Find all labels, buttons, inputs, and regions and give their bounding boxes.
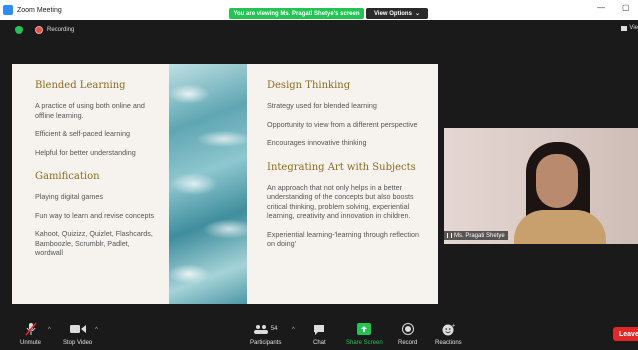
slide-left-column: Blended Learning A practice of using bot… <box>12 64 169 304</box>
slide-point: Encourages innovative thinking <box>267 138 367 147</box>
reactions-button[interactable]: + Reactions <box>435 322 462 347</box>
share-screen-button[interactable]: Share Screen <box>346 322 383 346</box>
record-icon <box>401 322 414 336</box>
chat-button[interactable]: Chat <box>313 322 326 346</box>
recording-label: Recording <box>47 27 75 33</box>
audio-options-caret[interactable]: ^ <box>48 327 51 333</box>
video-camera-icon <box>69 322 86 336</box>
svg-text:+: + <box>451 323 455 329</box>
slide-heading: Gamification <box>35 171 100 182</box>
security-shield-icon[interactable] <box>15 26 23 34</box>
share-screen-icon <box>357 322 372 336</box>
slide-point: Helpful for better understanding <box>35 147 136 157</box>
zoom-window: Zoom Meeting — ▢ You are viewing Ms. Pra… <box>0 0 638 350</box>
screen-share-banner: You are viewing Ms. Pragati Shetye's scr… <box>229 8 364 19</box>
meeting-status-bar: Recording <box>0 22 638 38</box>
participants-button[interactable]: 54 Participants <box>250 322 281 346</box>
slide-heading: Integrating Art with Subjects <box>267 161 416 173</box>
slide-point: Playing digital games <box>35 192 103 201</box>
window-title: Zoom Meeting <box>17 6 62 14</box>
participant-video[interactable]: Ms. Pragati Shetye <box>444 128 638 244</box>
chevron-down-icon: ⌄ <box>414 11 420 17</box>
participants-group: 54 <box>253 322 278 336</box>
chat-label: Chat <box>313 340 326 346</box>
audio-level-icon <box>447 233 452 238</box>
grid-view-icon <box>621 25 628 31</box>
participant-name: Ms. Pragati Shetye <box>454 232 505 239</box>
view-toggle[interactable]: Vie <box>621 25 638 31</box>
slide-point: Kahoot, Quizizz, Quizlet, Flashcards, Ba… <box>35 229 153 257</box>
stop-video-button[interactable]: Stop Video <box>63 322 92 346</box>
recording-icon <box>35 26 43 34</box>
record-label: Record <box>398 340 418 346</box>
shared-slide: Blended Learning A practice of using bot… <box>12 64 438 304</box>
meeting-toolbar: Unmute ^ Stop Video ^ 54 Participants ^ … <box>0 320 638 350</box>
leave-button[interactable]: Leave <box>613 327 638 341</box>
chat-bubble-icon <box>313 322 325 336</box>
slide-heading: Design Thinking <box>267 80 351 91</box>
unmute-label: Unmute <box>20 340 42 346</box>
slide-heading: Blended Learning <box>35 80 126 91</box>
slide-point: Efficient & self-paced learning <box>35 129 130 138</box>
zoom-app-icon <box>3 5 13 15</box>
share-screen-label: Share Screen <box>346 340 383 346</box>
slide-point: Strategy used for blended learning <box>267 101 377 110</box>
slide-point: Experiential learning-'learning through … <box>267 229 420 249</box>
slide-point: Opportunity to view from a different per… <box>267 119 418 129</box>
participant-name-tag: Ms. Pragati Shetye <box>444 231 508 240</box>
unmute-button[interactable]: Unmute <box>20 322 41 346</box>
minimize-button[interactable]: — <box>597 3 605 12</box>
slide-right-column: Design Thinking Strategy used for blende… <box>247 64 438 304</box>
participant-face <box>536 154 578 208</box>
smiley-add-icon: + <box>442 322 455 336</box>
muted-microphone-icon <box>24 322 37 336</box>
reactions-label: Reactions <box>435 340 462 346</box>
slide-point: An approach that not only helps in a bet… <box>267 182 414 221</box>
video-options-caret[interactable]: ^ <box>95 327 98 333</box>
slide-point: Fun way to learn and revise concepts <box>35 210 155 220</box>
participants-options-caret[interactable]: ^ <box>292 327 295 333</box>
view-options-button[interactable]: View Options ⌄ <box>366 8 428 19</box>
people-icon <box>253 325 268 334</box>
record-button[interactable]: Record <box>398 322 417 346</box>
slide-point: A practice of using both online and offl… <box>35 101 145 120</box>
participants-count: 54 <box>270 326 278 332</box>
participant-body <box>514 210 606 244</box>
view-label: Vie <box>629 25 638 31</box>
participants-label: Participants <box>250 340 282 346</box>
view-options-label: View Options <box>374 10 412 17</box>
maximize-button[interactable]: ▢ <box>622 3 630 12</box>
ocean-wave-image <box>169 64 247 304</box>
stop-video-label: Stop Video <box>63 340 93 346</box>
